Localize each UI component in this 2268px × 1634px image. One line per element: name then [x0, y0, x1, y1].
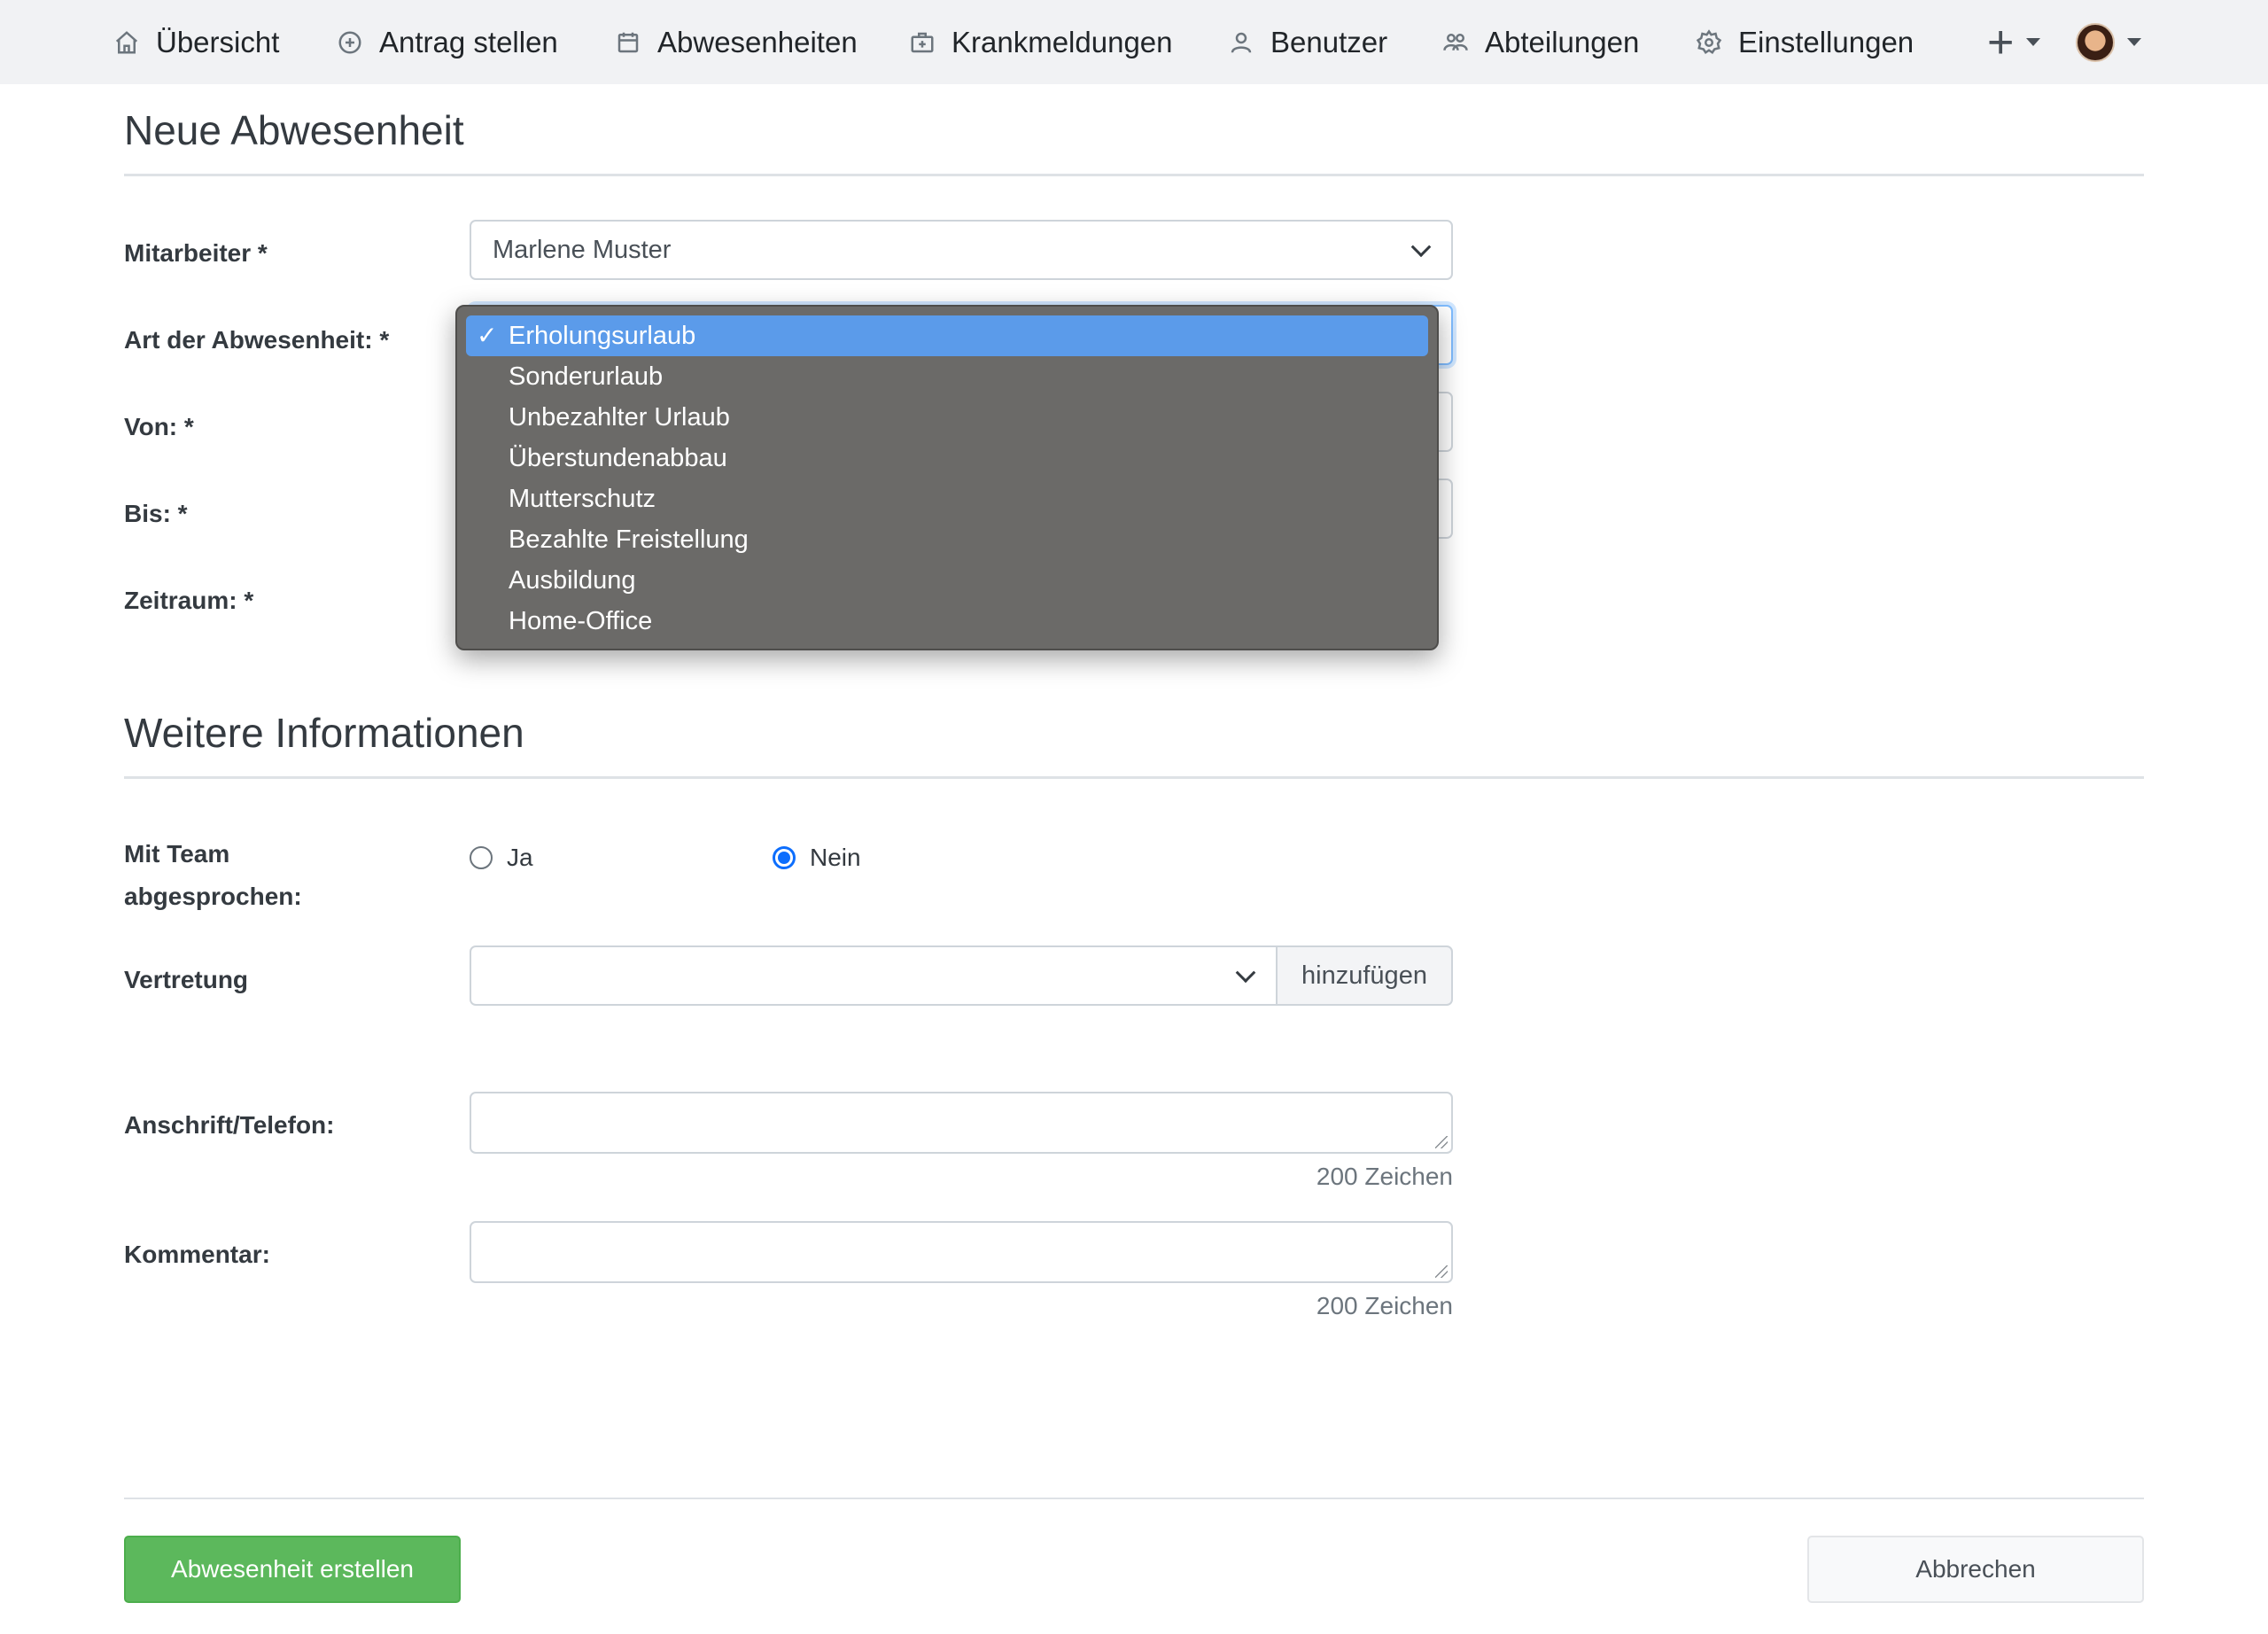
- vertretung-label: Vertretung: [124, 966, 249, 993]
- radio-label: Nein: [810, 844, 861, 871]
- section-title-weitere-informationen: Weitere Informationen: [124, 710, 524, 756]
- option-label: Ausbildung: [509, 566, 636, 595]
- radio-nein[interactable]: Nein: [773, 844, 861, 872]
- nav-label: Übersicht: [156, 25, 280, 58]
- resize-handle-icon[interactable]: [1435, 1136, 1448, 1148]
- chevron-down-icon: [1410, 237, 1432, 258]
- anschrift-textarea[interactable]: [470, 1092, 1453, 1154]
- mitarbeiter-select[interactable]: Marlene Muster: [470, 220, 1453, 280]
- user-icon: [1228, 29, 1254, 56]
- checkmark-icon: ✓: [477, 322, 498, 349]
- nav-item-uebersicht[interactable]: Übersicht: [113, 0, 279, 84]
- create-absence-button[interactable]: Abwesenheit erstellen: [124, 1536, 461, 1603]
- dropdown-option-bezahlte-freistellung[interactable]: Bezahlte Freistellung: [466, 519, 1428, 560]
- von-label: Von: *: [124, 413, 194, 440]
- radio-ja[interactable]: Ja: [470, 844, 533, 872]
- art-abwesenheit-label: Art der Abwesenheit: *: [124, 326, 390, 354]
- divider: [124, 174, 2144, 176]
- vertretung-select[interactable]: [470, 945, 1278, 1006]
- medical-case-icon: [909, 29, 936, 56]
- option-label: Überstundenabbau: [509, 444, 727, 472]
- cancel-button[interactable]: Abbrechen: [1807, 1536, 2144, 1603]
- dropdown-option-ueberstundenabbau[interactable]: Überstundenabbau: [466, 438, 1428, 479]
- home-icon: [113, 29, 140, 56]
- zeitraum-label: Zeitraum: *: [124, 587, 254, 614]
- mitarbeiter-select-value: Marlene Muster: [493, 235, 672, 264]
- top-navbar: Übersicht Antrag stellen Abwesenheiten K…: [0, 0, 2268, 84]
- kommentar-label: Kommentar:: [124, 1241, 270, 1268]
- radio-circle[interactable]: [773, 846, 796, 869]
- vertretung-add-button[interactable]: hinzufügen: [1276, 945, 1453, 1006]
- divider: [124, 776, 2144, 779]
- page-title: Neue Abwesenheit: [124, 107, 464, 153]
- nav-item-einstellungen[interactable]: Einstellungen: [1696, 0, 1914, 84]
- nav-label: Einstellungen: [1738, 25, 1915, 58]
- option-label: Bezahlte Freistellung: [509, 525, 749, 554]
- kommentar-char-counter: 200 Zeichen: [1316, 1292, 1453, 1319]
- user-menu-button[interactable]: [2076, 0, 2141, 84]
- kommentar-textarea[interactable]: [470, 1221, 1453, 1283]
- option-label: Erholungsurlaub: [509, 322, 696, 350]
- dropdown-option-sonderurlaub[interactable]: Sonderurlaub: [466, 356, 1428, 397]
- nav-label: Abteilungen: [1485, 25, 1640, 58]
- nav-label: Krankmeldungen: [951, 25, 1173, 58]
- gear-icon: [1696, 28, 1722, 56]
- bis-label: Bis: *: [124, 500, 188, 527]
- option-label: Home-Office: [509, 607, 653, 635]
- nav-label: Antrag stellen: [379, 25, 558, 58]
- vertretung-input-group: hinzufügen: [470, 945, 1453, 1006]
- resize-handle-icon[interactable]: [1435, 1265, 1448, 1278]
- nav-item-benutzer[interactable]: Benutzer: [1228, 0, 1387, 84]
- team-label-line1: Mit Team: [124, 840, 230, 868]
- create-menu-button[interactable]: +: [1987, 0, 2041, 84]
- chevron-down-icon: [1235, 962, 1256, 984]
- plus-icon: +: [1987, 16, 2015, 68]
- avatar: [2076, 22, 2115, 62]
- radio-label: Ja: [507, 844, 533, 871]
- anschrift-label: Anschrift/Telefon:: [124, 1111, 335, 1139]
- option-label: Mutterschutz: [509, 485, 656, 513]
- team-label-line2: abgesprochen:: [124, 883, 302, 910]
- art-abwesenheit-dropdown-list: ✓ Erholungsurlaub Sonderurlaub Unbezahlt…: [455, 305, 1439, 650]
- mitarbeiter-label: Mitarbeiter *: [124, 239, 268, 267]
- anschrift-char-counter: 200 Zeichen: [1316, 1163, 1453, 1190]
- users-icon: [1442, 29, 1469, 56]
- dropdown-option-erholungsurlaub[interactable]: ✓ Erholungsurlaub: [466, 315, 1428, 356]
- caret-down-icon: [2026, 38, 2041, 46]
- divider: [124, 1498, 2144, 1499]
- dropdown-option-ausbildung[interactable]: Ausbildung: [466, 560, 1428, 601]
- plus-circle-icon: [337, 29, 363, 56]
- nav-item-abwesenheiten[interactable]: Abwesenheiten: [615, 0, 858, 84]
- nav-label: Abwesenheiten: [657, 25, 858, 58]
- dropdown-option-unbezahlter-urlaub[interactable]: Unbezahlter Urlaub: [466, 397, 1428, 438]
- option-label: Sonderurlaub: [509, 362, 664, 391]
- dropdown-option-mutterschutz[interactable]: Mutterschutz: [466, 479, 1428, 519]
- calendar-icon: [615, 29, 641, 56]
- dropdown-option-home-office[interactable]: Home-Office: [466, 601, 1428, 642]
- nav-item-abteilungen[interactable]: Abteilungen: [1442, 0, 1639, 84]
- nav-item-antrag-stellen[interactable]: Antrag stellen: [337, 0, 558, 84]
- caret-down-icon: [2127, 38, 2141, 46]
- option-label: Unbezahlter Urlaub: [509, 403, 730, 432]
- nav-item-krankmeldungen[interactable]: Krankmeldungen: [909, 0, 1173, 84]
- nav-label: Benutzer: [1270, 25, 1388, 58]
- radio-circle[interactable]: [470, 846, 493, 869]
